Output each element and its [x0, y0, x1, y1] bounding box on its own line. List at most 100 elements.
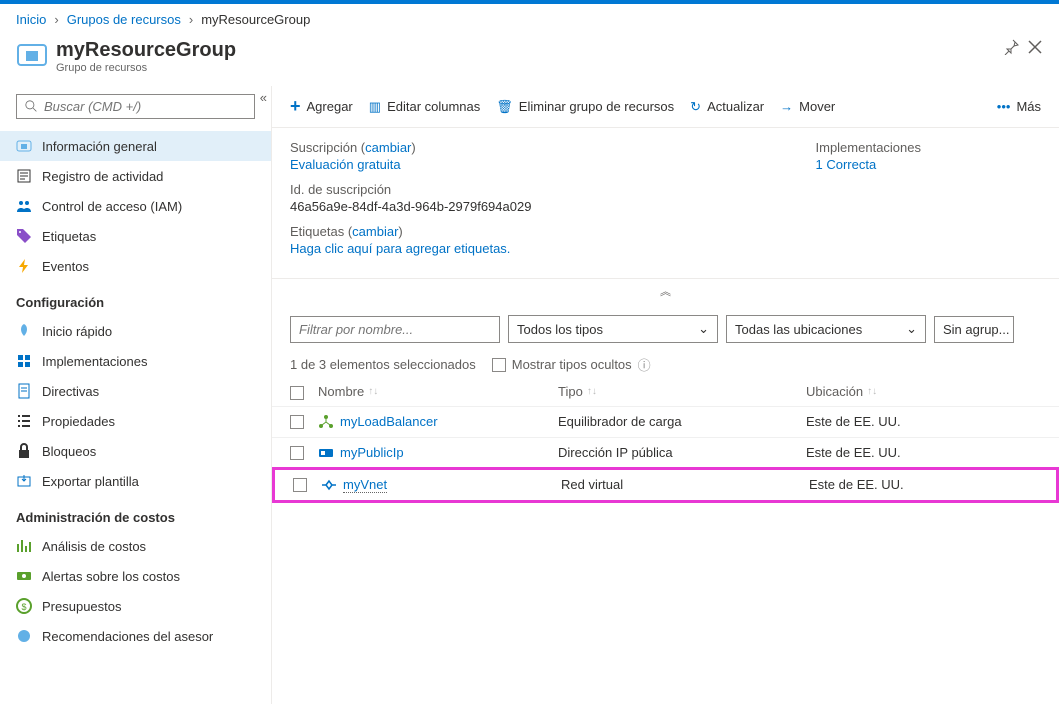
sidebar-item-locks[interactable]: Bloqueos — [0, 436, 271, 466]
filter-types-select[interactable]: Todos los tipos⌄ — [508, 315, 718, 343]
table-row[interactable]: myVnet Red virtual Este de EE. UU. — [272, 467, 1059, 503]
sidebar-item-events[interactable]: Eventos — [0, 251, 271, 281]
column-header-name[interactable]: Nombre↑↓ — [318, 384, 558, 399]
chevron-right-icon: › — [189, 12, 193, 27]
columns-icon: ▥ — [369, 99, 381, 115]
subscription-label: Suscripción (cambiar) — [290, 140, 531, 155]
chevron-down-icon: ⌄ — [906, 321, 917, 337]
resource-group-icon — [16, 39, 48, 71]
sidebar-item-label: Presupuestos — [42, 599, 122, 614]
collapse-sidebar-icon[interactable]: « — [260, 90, 267, 105]
close-icon[interactable] — [1027, 39, 1043, 55]
sidebar-item-properties[interactable]: Propiedades — [0, 406, 271, 436]
sidebar-section-config: Configuración — [0, 281, 271, 316]
resource-link[interactable]: myLoadBalancer — [318, 414, 558, 430]
money-icon — [16, 568, 32, 584]
resource-location: Este de EE. UU. — [806, 414, 1041, 429]
resource-type: Red virtual — [561, 477, 809, 492]
sidebar-item-label: Alertas sobre los costos — [42, 569, 180, 584]
delete-button[interactable]: 🗑Eliminar grupo de recursos — [496, 99, 674, 115]
resource-link[interactable]: myVnet — [321, 477, 561, 493]
deployments-label: Implementaciones — [816, 140, 922, 155]
row-checkbox[interactable] — [290, 446, 304, 460]
chart-icon — [16, 538, 32, 554]
selection-count: 1 de 3 elementos seleccionados — [290, 357, 476, 372]
more-button[interactable]: •••Más — [997, 99, 1041, 114]
sidebar-item-advisor[interactable]: Recomendaciones del asesor — [0, 621, 271, 651]
tag-icon — [16, 228, 32, 244]
search-icon — [25, 100, 38, 113]
deployments-value[interactable]: 1 Correcta — [816, 157, 922, 172]
deploy-icon — [16, 353, 32, 369]
resource-location: Este de EE. UU. — [809, 477, 1038, 492]
sidebar-item-policies[interactable]: Directivas — [0, 376, 271, 406]
sidebar-search[interactable] — [16, 94, 255, 119]
sidebar-item-label: Control de acceso (IAM) — [42, 199, 182, 214]
resource-location: Este de EE. UU. — [806, 445, 1041, 460]
row-checkbox[interactable] — [293, 478, 307, 492]
column-header-type[interactable]: Tipo↑↓ — [558, 384, 806, 399]
sidebar-item-overview[interactable]: Información general — [0, 131, 271, 161]
subscription-value[interactable]: Evaluación gratuita — [290, 157, 531, 172]
log-icon — [16, 168, 32, 184]
info-icon[interactable]: ⓘ — [638, 355, 651, 374]
sidebar-item-label: Eventos — [42, 259, 89, 274]
lightning-icon — [16, 258, 32, 274]
sidebar-item-iam[interactable]: Control de acceso (IAM) — [0, 191, 271, 221]
breadcrumb-home[interactable]: Inicio — [16, 12, 46, 27]
sidebar-item-label: Inicio rápido — [42, 324, 112, 339]
sidebar-item-export[interactable]: Exportar plantilla — [0, 466, 271, 496]
toolbar: +Agregar ▥Editar columnas 🗑Eliminar grup… — [272, 86, 1059, 128]
breadcrumb-groups[interactable]: Grupos de recursos — [67, 12, 181, 27]
svg-text:$: $ — [21, 602, 26, 612]
sidebar-item-label: Directivas — [42, 384, 99, 399]
column-header-location[interactable]: Ubicación↑↓ — [806, 384, 1041, 399]
filter-grouping-select[interactable]: Sin agrup... — [934, 316, 1014, 343]
sort-icon: ↑↓ — [587, 386, 597, 397]
change-tags-link[interactable]: cambiar — [352, 224, 398, 239]
table-row[interactable]: myPublicIp Dirección IP pública Este de … — [272, 437, 1059, 468]
budget-icon: $ — [16, 598, 32, 614]
page-header: myResourceGroup Grupo de recursos — [0, 35, 1059, 86]
collapse-essentials-icon[interactable]: ︽ — [272, 279, 1059, 303]
show-hidden-label: Mostrar tipos ocultos — [512, 357, 632, 372]
sidebar-search-input[interactable] — [44, 99, 246, 114]
sidebar-item-label: Análisis de costos — [42, 539, 146, 554]
tags-label: Etiquetas (cambiar) — [290, 224, 531, 239]
resources-table: Nombre↑↓ Tipo↑↓ Ubicación↑↓ myLoadBalanc… — [272, 378, 1059, 503]
breadcrumb: Inicio › Grupos de recursos › myResource… — [0, 4, 1059, 35]
sidebar-item-cost-alerts[interactable]: Alertas sobre los costos — [0, 561, 271, 591]
filter-locations-select[interactable]: Todas las ubicaciones⌄ — [726, 315, 926, 343]
move-button[interactable]: →Mover — [780, 99, 835, 114]
subscription-id-label: Id. de suscripción — [290, 182, 531, 197]
edit-columns-button[interactable]: ▥Editar columnas — [369, 99, 481, 115]
sidebar-item-quickstart[interactable]: Inicio rápido — [0, 316, 271, 346]
page-title: myResourceGroup — [56, 39, 236, 62]
add-button[interactable]: +Agregar — [290, 96, 353, 117]
pin-icon[interactable] — [1003, 39, 1019, 55]
show-hidden-checkbox[interactable] — [492, 358, 506, 372]
resource-link[interactable]: myPublicIp — [318, 445, 558, 461]
change-subscription-link[interactable]: cambiar — [365, 140, 411, 155]
main-content: +Agregar ▥Editar columnas 🗑Eliminar grup… — [272, 86, 1059, 704]
tags-hint[interactable]: Haga clic aquí para agregar etiquetas. — [290, 241, 531, 256]
sidebar-item-label: Información general — [42, 139, 157, 154]
sidebar-item-tags[interactable]: Etiquetas — [0, 221, 271, 251]
sidebar-item-label: Recomendaciones del asesor — [42, 629, 213, 644]
select-all-checkbox[interactable] — [290, 386, 304, 400]
list-icon — [16, 413, 32, 429]
subscription-id-value: 46a56a9e-84df-4a3d-964b-2979f694a029 — [290, 199, 531, 214]
chevron-down-icon: ⌄ — [698, 321, 709, 337]
refresh-button[interactable]: ↻Actualizar — [690, 99, 764, 115]
sidebar-item-deployments[interactable]: Implementaciones — [0, 346, 271, 376]
sidebar: « Información general Registro de activi… — [0, 86, 272, 704]
table-row[interactable]: myLoadBalancer Equilibrador de carga Est… — [272, 406, 1059, 437]
row-checkbox[interactable] — [290, 415, 304, 429]
sidebar-item-cost-analysis[interactable]: Análisis de costos — [0, 531, 271, 561]
sidebar-item-budgets[interactable]: $ Presupuestos — [0, 591, 271, 621]
sidebar-item-activity-log[interactable]: Registro de actividad — [0, 161, 271, 191]
sidebar-item-label: Etiquetas — [42, 229, 96, 244]
resource-type: Equilibrador de carga — [558, 414, 806, 429]
filter-name-input[interactable] — [290, 316, 500, 343]
sidebar-section-cost: Administración de costos — [0, 496, 271, 531]
